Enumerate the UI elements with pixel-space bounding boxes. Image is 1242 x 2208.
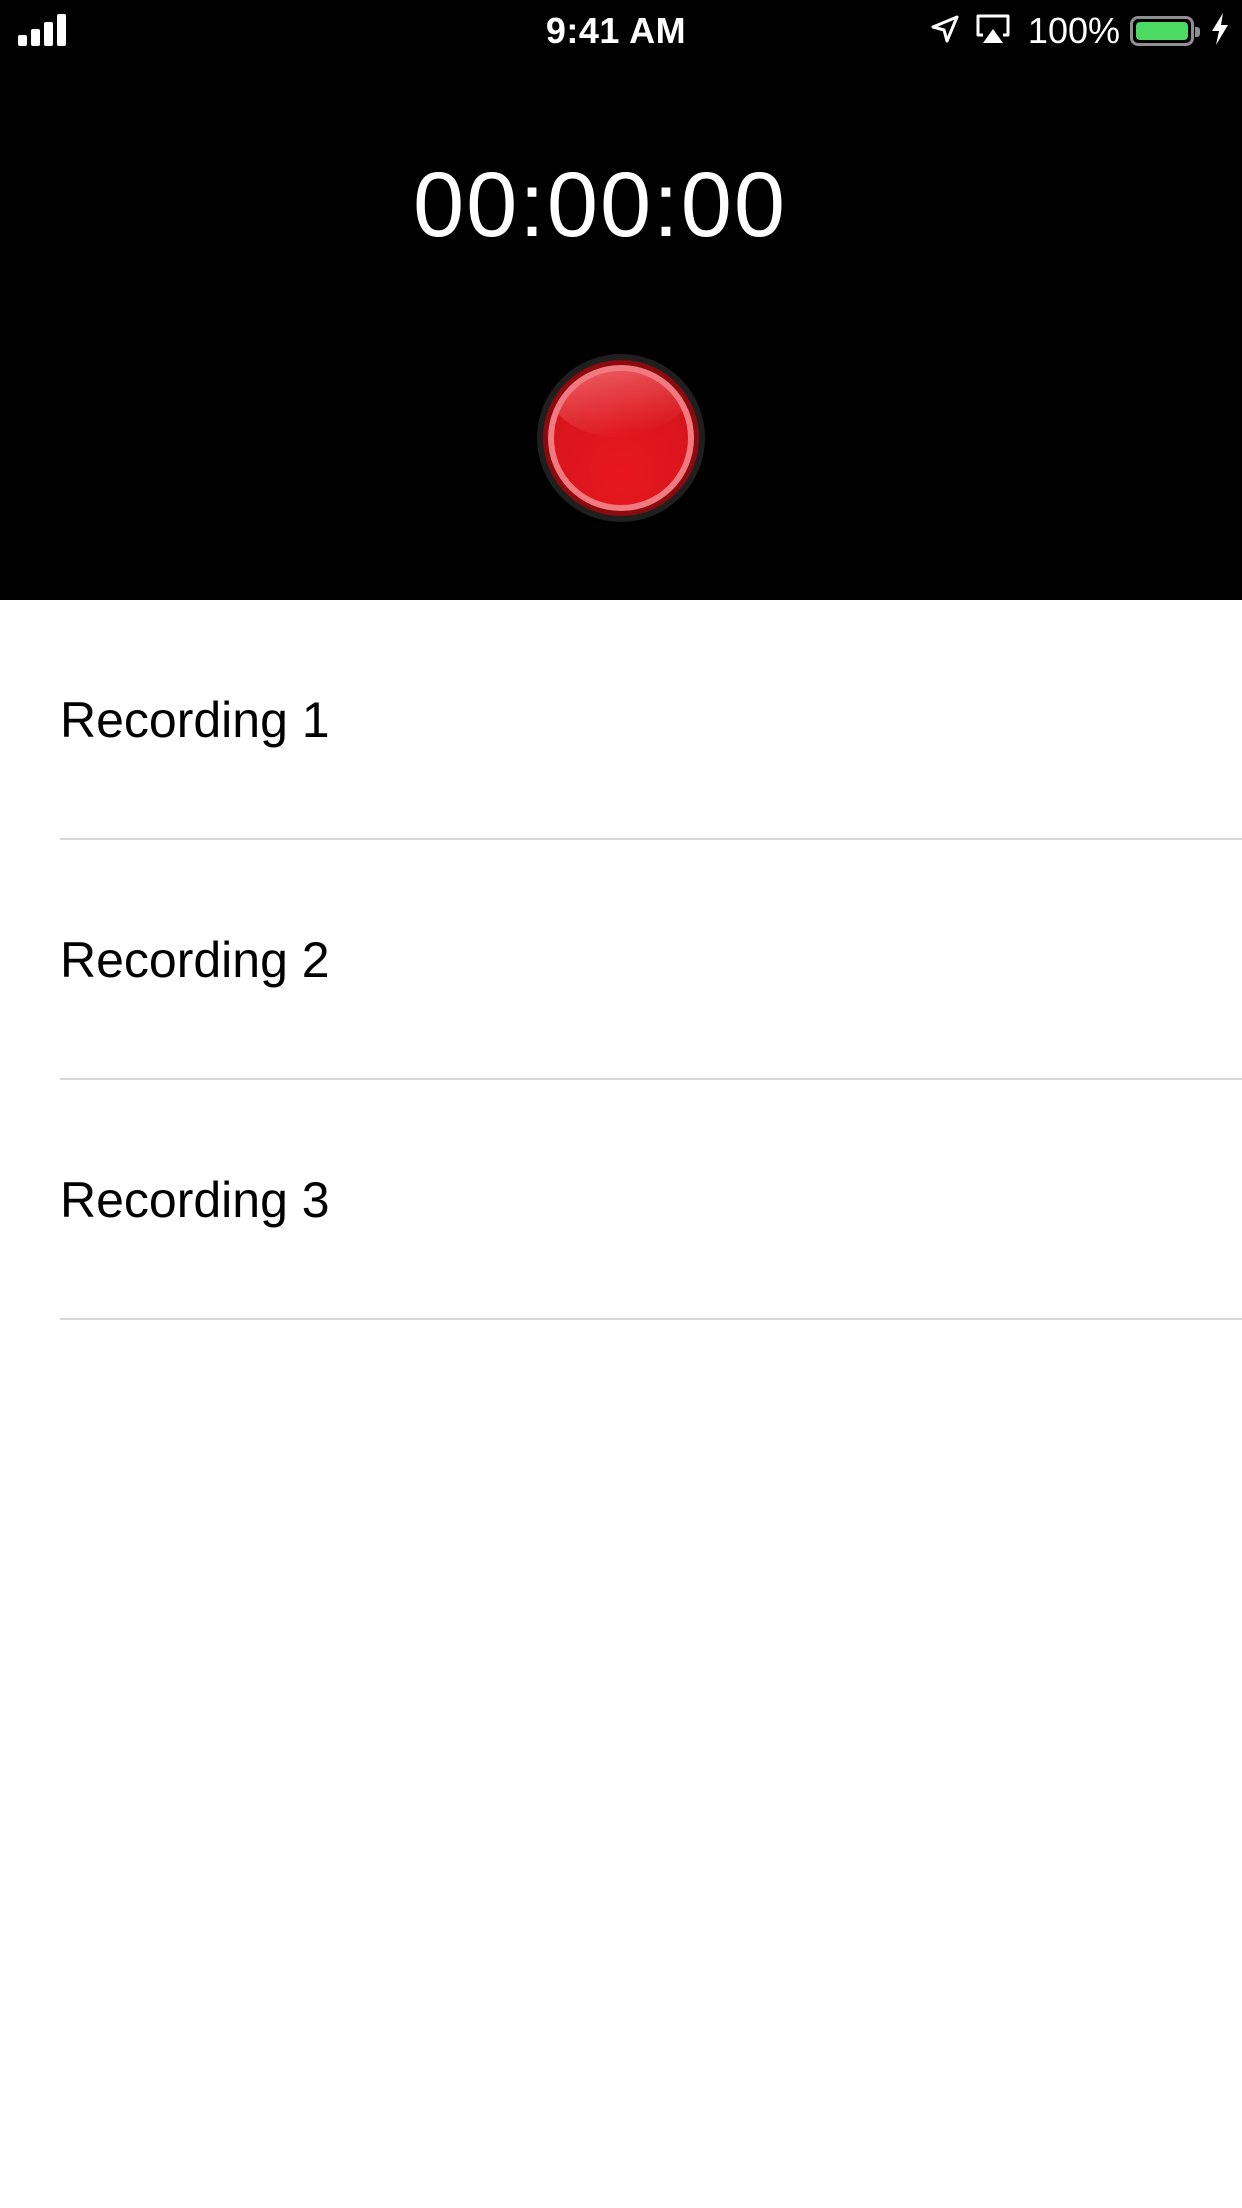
recording-label: Recording 2 — [60, 932, 330, 988]
charging-bolt-icon — [1210, 12, 1230, 51]
list-item[interactable]: Recording 1 — [0, 600, 1242, 840]
record-button[interactable] — [537, 354, 705, 522]
recording-label: Recording 3 — [60, 1172, 330, 1228]
recorder-panel: 9:41 AM 100% 00:00:00 — [0, 0, 1242, 600]
recording-label: Recording 1 — [60, 692, 330, 748]
battery-percent: 100% — [1027, 10, 1120, 51]
airplay-icon — [974, 13, 1012, 50]
list-item[interactable]: Recording 3 — [0, 1080, 1242, 1320]
list-item[interactable]: Recording 2 — [0, 840, 1242, 1080]
battery-icon — [1130, 16, 1200, 46]
recording-timer: 00:00:00 — [412, 154, 788, 256]
divider — [60, 1318, 1242, 1320]
status-bar: 9:41 AM 100% — [0, 0, 1242, 60]
recordings-list: Recording 1 Recording 2 Recording 3 — [0, 600, 1242, 1320]
status-right-group: 100% — [930, 10, 1230, 52]
location-arrow-icon — [930, 14, 960, 49]
